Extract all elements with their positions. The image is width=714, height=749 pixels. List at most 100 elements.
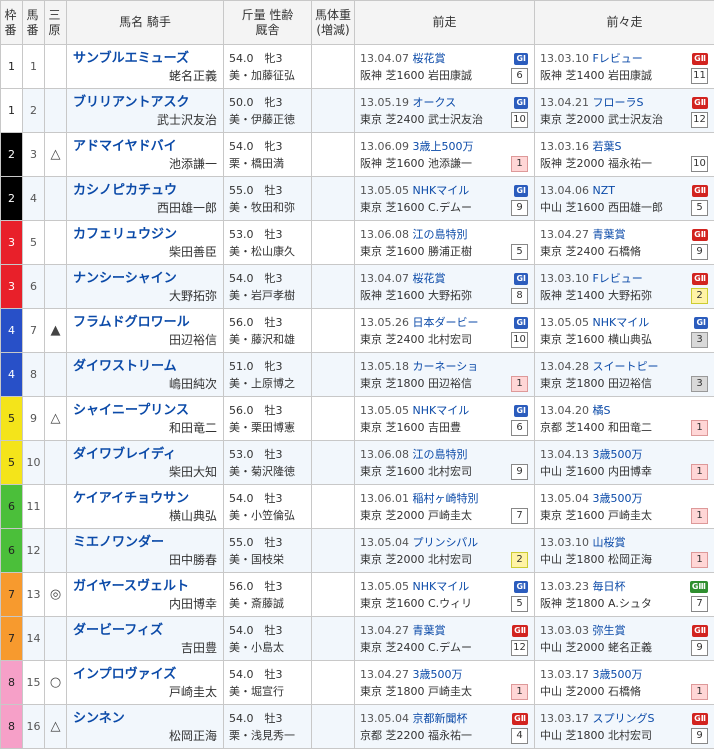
race-name-link[interactable]: NHKマイル bbox=[412, 404, 469, 417]
race-date: 13.04.21 bbox=[540, 96, 589, 109]
finish-position: 3 bbox=[691, 376, 708, 392]
waku-number: 2 bbox=[1, 133, 23, 177]
header-previous-race: 前走 bbox=[355, 1, 535, 45]
finish-position: 6 bbox=[511, 420, 528, 436]
waku-number: 3 bbox=[1, 221, 23, 265]
horse-name-link[interactable]: フラムドグロワール bbox=[73, 314, 217, 332]
weight-age-stable: 54.0 牡3美・堀宣行 bbox=[224, 661, 312, 705]
horse-name-link[interactable]: ダイワストリーム bbox=[73, 358, 217, 376]
table-row: 24カシノピカチュウ西田雄一郎55.0 牡3美・牧田和弥13.05.05 NHK… bbox=[1, 177, 714, 221]
horse-jockey-cell: カフェリュウジン柴田善臣 bbox=[67, 221, 224, 265]
race-date: 13.06.01 bbox=[360, 492, 409, 505]
body-weight bbox=[312, 397, 355, 441]
race-course-jockey: 東京 芝2000 北村宏司 bbox=[360, 553, 472, 566]
race-name-link[interactable]: NHKマイル bbox=[412, 184, 469, 197]
race-name-link[interactable]: 桜花賞 bbox=[412, 52, 445, 65]
stable: 美・加藤征弘 bbox=[229, 67, 306, 84]
horse-name-link[interactable]: シンネン bbox=[73, 710, 217, 728]
finish-position: 3 bbox=[691, 332, 708, 348]
grade-badge: GⅠ bbox=[694, 317, 708, 329]
race-name-link[interactable]: 橘S bbox=[592, 404, 610, 417]
horse-jockey-cell: アドマイヤドバイ池添謙一 bbox=[67, 133, 224, 177]
race-name-link[interactable]: Fレビュー bbox=[592, 52, 642, 65]
horse-number: 7 bbox=[23, 309, 45, 353]
grade-badge: GⅡ bbox=[692, 53, 708, 65]
table-row: 611ケイアイチョウサン横山典弘54.0 牡3美・小笠倫弘13.06.01 稲村… bbox=[1, 485, 714, 529]
race-name-link[interactable]: スイートピー bbox=[592, 360, 658, 373]
race-course-jockey: 東京 芝1600 吉田豊 bbox=[360, 421, 461, 434]
finish-position: 9 bbox=[691, 244, 708, 260]
horse-name-link[interactable]: ナンシーシャイン bbox=[73, 270, 217, 288]
race-date: 13.04.20 bbox=[540, 404, 589, 417]
race-name-link[interactable]: 若葉S bbox=[592, 140, 621, 153]
horse-name-link[interactable]: ミエノワンダー bbox=[73, 534, 217, 552]
horse-number: 14 bbox=[23, 617, 45, 661]
race-name-link[interactable]: Fレビュー bbox=[592, 272, 642, 285]
race-name-link[interactable]: 3歳500万 bbox=[592, 668, 642, 681]
table-row: 12ブリリアントアスク武士沢友治50.0 牝3美・伊藤正徳13.05.19 オー… bbox=[1, 89, 714, 133]
horse-name-link[interactable]: ガイヤースヴェルト bbox=[73, 578, 217, 596]
race-name-link[interactable]: 毎日杯 bbox=[592, 580, 625, 593]
horse-name-link[interactable]: カフェリュウジン bbox=[73, 226, 217, 244]
race-date: 13.04.27 bbox=[360, 668, 409, 681]
race-name-link[interactable]: 稲村ヶ崎特別 bbox=[412, 492, 478, 505]
race-course-jockey: 東京 芝2400 石橋脩 bbox=[540, 245, 641, 258]
previous-race-cell: 13.05.04 京都新聞杯GⅡ京都 芝2200 福永祐一4 bbox=[355, 705, 535, 749]
race-name-link[interactable]: オークス bbox=[412, 96, 456, 109]
jockey-name: 武士沢友治 bbox=[73, 112, 217, 128]
body-weight bbox=[312, 45, 355, 89]
race-course-jockey: 阪神 芝1400 大野拓弥 bbox=[540, 289, 652, 302]
previous-race-2-cell: 13.03.10 FレビューGⅡ阪神 芝1400 大野拓弥2 bbox=[535, 265, 714, 309]
race-name-link[interactable]: プリンシパル bbox=[412, 536, 478, 549]
waku-number: 5 bbox=[1, 397, 23, 441]
race-name-link[interactable]: フローラS bbox=[592, 96, 643, 109]
horse-name-link[interactable]: カシノピカチュウ bbox=[73, 182, 217, 200]
race-name-link[interactable]: 青葉賞 bbox=[592, 228, 625, 241]
race-entry-table: 枠番 馬番 三原 馬名 騎手 斤量 性齢厩舎 馬体重(増減) 前走 前々走 11… bbox=[0, 0, 714, 749]
horse-name-link[interactable]: ダイワブレイディ bbox=[73, 446, 217, 464]
horse-jockey-cell: ミエノワンダー田中勝春 bbox=[67, 529, 224, 573]
race-course-jockey: 東京 芝2400 C.デムー bbox=[360, 641, 472, 654]
race-name-link[interactable]: NHKマイル bbox=[592, 316, 649, 329]
horse-name-link[interactable]: シャイニープリンス bbox=[73, 402, 217, 420]
race-name-link[interactable]: 3歳上500万 bbox=[412, 140, 473, 153]
race-name-link[interactable]: 3歳500万 bbox=[412, 668, 462, 681]
waku-number: 1 bbox=[1, 45, 23, 89]
finish-position: 1 bbox=[691, 464, 708, 480]
horse-name-link[interactable]: ケイアイチョウサン bbox=[73, 490, 217, 508]
race-name-link[interactable]: 弥生賞 bbox=[592, 624, 625, 637]
weight-age-stable: 55.0 牡3美・牧田和弥 bbox=[224, 177, 312, 221]
grade-badge: GⅡ bbox=[512, 713, 528, 725]
race-name-link[interactable]: 山桜賞 bbox=[592, 536, 625, 549]
weight-sex-age: 55.0 牡3 bbox=[229, 182, 306, 199]
weight-age-stable: 56.0 牡3美・栗田博憲 bbox=[224, 397, 312, 441]
race-name-link[interactable]: NZT bbox=[592, 184, 614, 197]
race-name-link[interactable]: 京都新聞杯 bbox=[412, 712, 467, 725]
previous-race-cell: 13.05.19 オークスGⅠ東京 芝2400 武士沢友治10 bbox=[355, 89, 535, 133]
race-name-link[interactable]: スプリングS bbox=[592, 712, 654, 725]
previous-race-2-cell: 13.04.27 青葉賞GⅡ東京 芝2400 石橋脩9 bbox=[535, 221, 714, 265]
race-name-link[interactable]: 青葉賞 bbox=[412, 624, 445, 637]
body-weight bbox=[312, 529, 355, 573]
finish-position: 5 bbox=[511, 244, 528, 260]
race-name-link[interactable]: 日本ダービー bbox=[412, 316, 478, 329]
horse-number: 8 bbox=[23, 353, 45, 397]
horse-name-link[interactable]: アドマイヤドバイ bbox=[73, 138, 217, 156]
body-weight bbox=[312, 353, 355, 397]
race-name-link[interactable]: 桜花賞 bbox=[412, 272, 445, 285]
race-course-jockey: 東京 芝1600 北村宏司 bbox=[360, 465, 472, 478]
race-name-link[interactable]: 3歳500万 bbox=[592, 492, 642, 505]
horse-name-link[interactable]: サンブルエミューズ bbox=[73, 50, 217, 68]
weight-age-stable: 53.0 牡3美・菊沢隆徳 bbox=[224, 441, 312, 485]
race-name-link[interactable]: カーネーショ bbox=[412, 360, 478, 373]
horse-name-link[interactable]: ダービーフィズ bbox=[73, 622, 217, 640]
race-name-link[interactable]: 江の島特別 bbox=[412, 448, 467, 461]
waku-number: 5 bbox=[1, 441, 23, 485]
race-name-link[interactable]: 3歳500万 bbox=[592, 448, 642, 461]
race-name-link[interactable]: NHKマイル bbox=[412, 580, 469, 593]
race-name-link[interactable]: 江の島特別 bbox=[412, 228, 467, 241]
horse-name-link[interactable]: ブリリアントアスク bbox=[73, 94, 217, 112]
race-date: 13.06.09 bbox=[360, 140, 409, 153]
horse-name-link[interactable]: インプロヴァイズ bbox=[73, 666, 217, 684]
weight-age-stable: 54.0 牝3栗・橋田満 bbox=[224, 133, 312, 177]
